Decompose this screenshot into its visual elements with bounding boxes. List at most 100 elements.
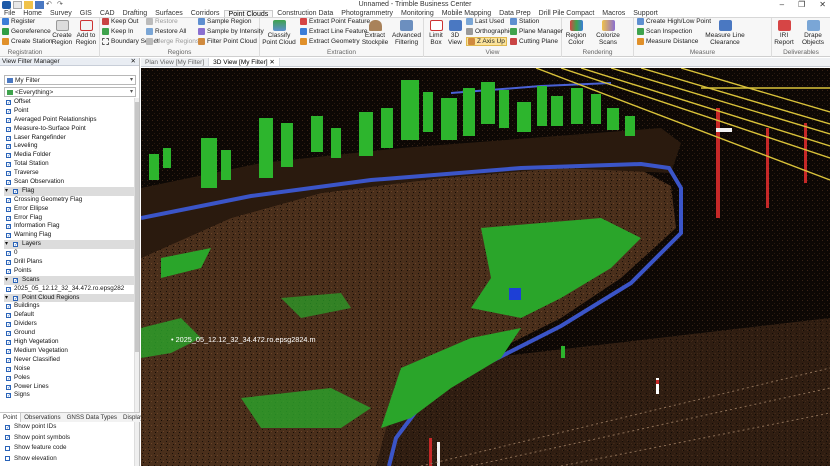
- extract-stockpile-button[interactable]: Extract Stockpile: [360, 20, 390, 46]
- tree-item[interactable]: ✓ 0: [4, 249, 134, 258]
- display-option-checkbox[interactable]: [5, 456, 10, 461]
- tree-item-checkbox[interactable]: ✓: [6, 331, 11, 337]
- tree-item[interactable]: ✓ Scan Observation: [4, 178, 134, 187]
- minimize-button[interactable]: –: [780, 0, 784, 9]
- tree-item-checkbox[interactable]: ✓: [6, 393, 11, 399]
- create-region-button[interactable]: Create Region: [50, 20, 74, 46]
- keep-in-button[interactable]: Keep In: [102, 28, 133, 35]
- tree-item-checkbox[interactable]: ✓: [6, 304, 11, 310]
- tree-item[interactable]: ✓ Error Ellipse: [4, 205, 134, 214]
- iri-report-button[interactable]: IRI Report: [772, 20, 796, 46]
- tree-group-header[interactable]: ▾ ✓ Layers: [4, 240, 134, 250]
- tree-item-checkbox[interactable]: ✓: [6, 144, 11, 150]
- tree-group-header[interactable]: ▾ ✓ Flag: [4, 186, 134, 196]
- tree-scrollbar[interactable]: [134, 98, 139, 466]
- menu-tab-construction-data[interactable]: Construction Data: [273, 10, 337, 17]
- tree-item[interactable]: ✓ Warning Flag: [4, 231, 134, 240]
- register-button[interactable]: Register: [2, 18, 35, 25]
- tree-item[interactable]: ✓ Point: [4, 107, 134, 116]
- display-option-checkbox[interactable]: ✓: [5, 435, 10, 441]
- menu-tab-data-prep[interactable]: Data Prep: [495, 10, 535, 17]
- tree-item[interactable]: ✓ Leveling: [4, 142, 134, 151]
- tree-item-checkbox[interactable]: ✓: [6, 286, 11, 292]
- tree-item-checkbox[interactable]: ✓: [6, 126, 11, 132]
- tree-item[interactable]: ✓ Buildings: [4, 302, 134, 311]
- last-used-button[interactable]: Last Used: [466, 18, 504, 25]
- close-panel-icon[interactable]: ✕: [131, 58, 136, 66]
- measure-distance-button[interactable]: Measure Distance: [637, 38, 698, 45]
- classify-point-cloud-button[interactable]: Classify Point Cloud: [261, 20, 297, 46]
- display-option-checkbox[interactable]: ✓: [5, 424, 10, 430]
- filter-select[interactable]: My Filter ▾: [4, 75, 136, 85]
- scan-inspection-button[interactable]: Scan Inspection: [637, 28, 692, 35]
- region-color-button[interactable]: Region Color: [563, 20, 589, 46]
- tree-item[interactable]: ✓ Noise: [4, 365, 134, 374]
- tree-item-checkbox[interactable]: ✓: [13, 242, 18, 248]
- tree-item[interactable]: ✓ Dividers: [4, 320, 134, 329]
- display-option[interactable]: ✓ Show point symbols: [4, 433, 138, 444]
- display-option[interactable]: Show elevation: [4, 454, 138, 465]
- tree-item-checkbox[interactable]: ✓: [6, 313, 11, 319]
- tree-item-checkbox[interactable]: ✓: [13, 188, 18, 194]
- display-option[interactable]: Show feature code: [4, 443, 138, 454]
- menu-tab-home[interactable]: Home: [19, 10, 46, 17]
- menu-tab-support[interactable]: Support: [629, 10, 662, 17]
- tree-item[interactable]: ✓ Ground: [4, 329, 134, 338]
- tree-item-checkbox[interactable]: ✓: [6, 108, 11, 114]
- tree-item-checkbox[interactable]: ✓: [6, 340, 11, 346]
- tree-item-checkbox[interactable]: ✓: [6, 322, 11, 328]
- close-button[interactable]: ✕: [819, 0, 826, 9]
- collapse-toggle-icon[interactable]: ▾: [5, 187, 8, 196]
- colorize-scans-button[interactable]: Colorize Scans: [594, 20, 622, 46]
- tree-item-checkbox[interactable]: ✓: [6, 384, 11, 390]
- menu-tab-point-clouds[interactable]: Point Clouds: [223, 10, 274, 18]
- tree-item[interactable]: ✓ Drill Plans: [4, 258, 134, 267]
- tree-item[interactable]: ✓ Measure-to-Surface Point: [4, 125, 134, 134]
- collapse-toggle-icon[interactable]: ▾: [5, 294, 8, 303]
- menu-tab-gis[interactable]: GIS: [76, 10, 96, 17]
- tree-item[interactable]: ✓ Never Classified: [4, 356, 134, 365]
- tree-group-header[interactable]: ▾ ✓ Scans: [4, 275, 134, 285]
- tree-item[interactable]: ✓ Poles: [4, 374, 134, 383]
- tree-item-checkbox[interactable]: ✓: [6, 215, 11, 221]
- advanced-filtering-button[interactable]: Advanced Filtering: [390, 20, 423, 46]
- limit-box-button[interactable]: Limit Box: [425, 20, 447, 46]
- collapse-toggle-icon[interactable]: ▾: [5, 240, 8, 249]
- 3d-viewport[interactable]: • 2025_05_12.12_32_34.472.ro.epsg2824.m: [141, 68, 830, 466]
- orthographic-button[interactable]: Orthographic: [466, 28, 513, 35]
- tree-item[interactable]: ✓ Points: [4, 267, 134, 276]
- extract-geometry-button[interactable]: Extract Geometry: [300, 38, 360, 45]
- menu-tab-drafting[interactable]: Drafting: [119, 10, 152, 17]
- cutting-plane-button[interactable]: Cutting Plane: [510, 38, 558, 45]
- display-option-checkbox[interactable]: [5, 445, 10, 451]
- sample-region-button[interactable]: Sample Region: [198, 18, 251, 25]
- menu-tab-macros[interactable]: Macros: [598, 10, 629, 17]
- collapse-toggle-icon[interactable]: ▾: [5, 276, 8, 285]
- tree-item-checkbox[interactable]: ✓: [13, 277, 18, 283]
- drape-objects-button[interactable]: Drape Objects: [798, 20, 828, 46]
- keep-out-button[interactable]: Keep Out: [102, 18, 138, 25]
- properties-tab-gnss-data-types[interactable]: GNSS Data Types: [64, 413, 120, 422]
- tree-item-checkbox[interactable]: ✓: [6, 224, 11, 230]
- properties-tab-observations[interactable]: Observations: [21, 413, 63, 422]
- tree-item-checkbox[interactable]: ✓: [6, 357, 11, 363]
- tree-item[interactable]: ✓ 2025_05_12.12_32_34.472.ro.epsg282: [4, 285, 134, 294]
- tree-item[interactable]: ✓ Crossing Geometry Flag: [4, 196, 134, 205]
- 3d-view-button[interactable]: 3D View: [446, 20, 464, 46]
- add-to-region-button[interactable]: Add to Region: [73, 20, 99, 46]
- tree-item-checkbox[interactable]: ✓: [6, 268, 11, 274]
- restore-all-button[interactable]: Restore All: [146, 28, 186, 35]
- merge-regions-button[interactable]: Merge Regions: [146, 38, 199, 45]
- tree-item-checkbox[interactable]: ✓: [6, 197, 11, 203]
- tree-item[interactable]: ✓ Total Station: [4, 160, 134, 169]
- tree-item[interactable]: ✓ Signs: [4, 391, 134, 400]
- tree-item[interactable]: ✓ High Vegetation: [4, 338, 134, 347]
- tree-item-checkbox[interactable]: ✓: [6, 162, 11, 168]
- properties-tab-point[interactable]: Point: [0, 413, 22, 422]
- tree-item-checkbox[interactable]: ✓: [6, 180, 11, 186]
- tab-3d-view[interactable]: 3D View [My Filter] ✕: [209, 58, 280, 66]
- close-tab-icon[interactable]: ✕: [268, 59, 274, 66]
- tree-item[interactable]: ✓ Medium Vegetation: [4, 347, 134, 356]
- tree-item[interactable]: ✓ Media Folder: [4, 151, 134, 160]
- scan-point-label[interactable]: • 2025_05_12.12_32_34.472.ro.epsg2824.m: [171, 335, 316, 344]
